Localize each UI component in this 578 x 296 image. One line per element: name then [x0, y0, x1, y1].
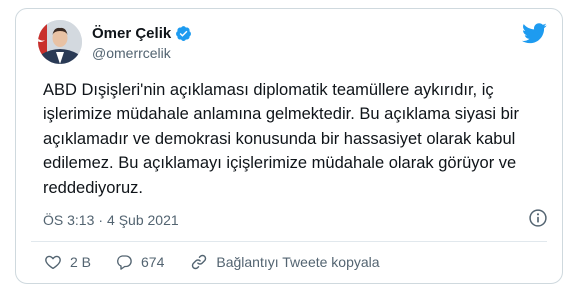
tweet-timestamp[interactable]: ÖS 3:13 · 4 Şub 2021 — [43, 212, 179, 228]
copy-link-label: Bağlantıyı Tweete kopyala — [216, 254, 380, 270]
reply-count: 674 — [141, 254, 165, 270]
twitter-bird-icon[interactable] — [522, 23, 547, 44]
heart-icon — [45, 255, 61, 270]
like-count: 2 B — [70, 254, 92, 270]
author-handle[interactable]: @omerrcelik — [92, 45, 171, 61]
tweet-card[interactable]: Ömer Çelik @omerrcelik ABD Dışişleri'nin… — [15, 8, 563, 284]
tweet-text: ABD Dışişleri'nin açıklaması diplomatik … — [43, 81, 519, 197]
info-icon[interactable] — [528, 208, 548, 228]
reply-button[interactable]: 674 — [115, 253, 164, 271]
avatar[interactable] — [38, 20, 82, 64]
author-display-name[interactable]: Ömer Çelik — [92, 25, 171, 42]
tweet-time[interactable]: ÖS 3:13 — [43, 212, 94, 228]
reply-bubble-icon — [117, 255, 132, 270]
divider — [31, 241, 547, 242]
verified-badge-icon — [176, 26, 192, 41]
timestamp-separator: · — [98, 212, 104, 228]
copy-link-button[interactable]: Bağlantıyı Tweete kopyala — [190, 253, 380, 271]
link-icon — [192, 254, 207, 270]
tweet-date[interactable]: 4 Şub 2021 — [107, 212, 179, 228]
tweet-actions: 2 B 674 Bağlantıyı Tweete kopyala — [44, 253, 380, 271]
like-button[interactable]: 2 B — [44, 253, 91, 271]
